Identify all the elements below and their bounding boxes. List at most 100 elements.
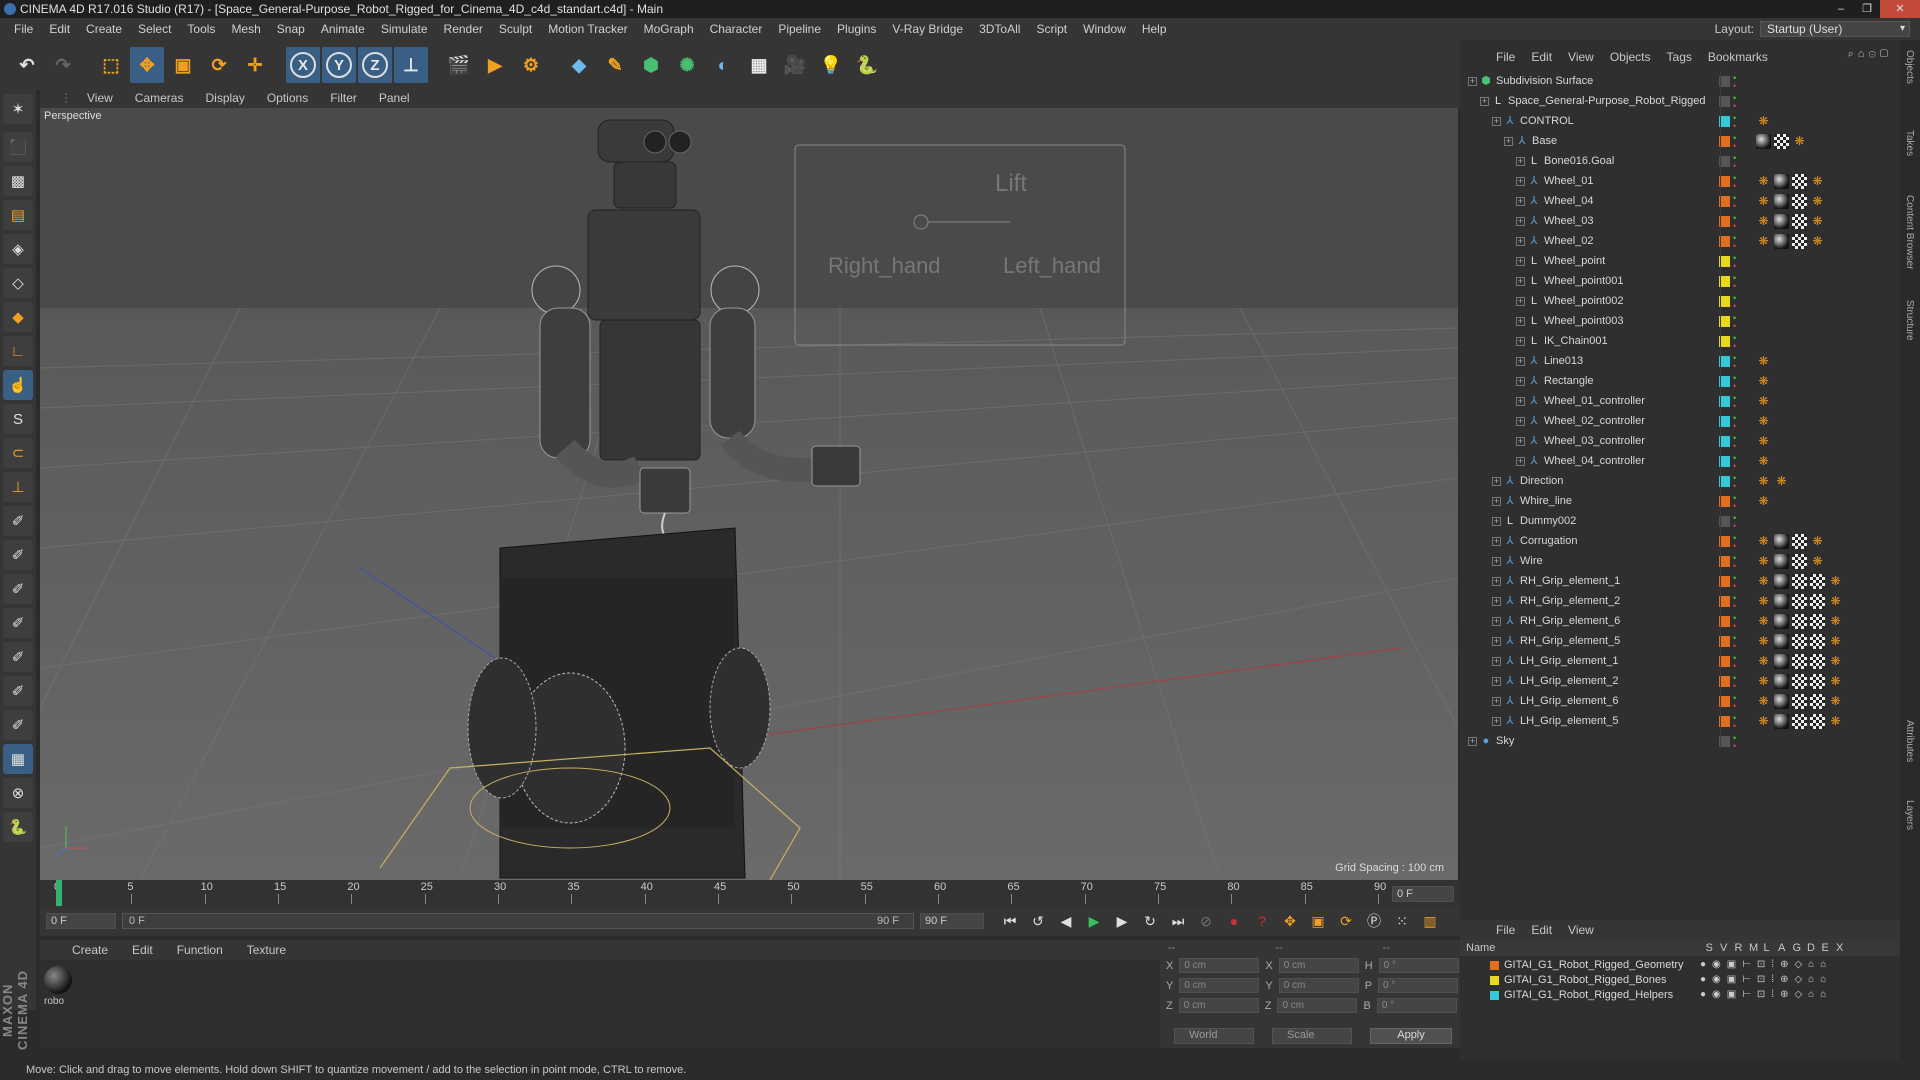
object-row[interactable]: + ⅄ Wheel_02 • • ❋ ❋	[1460, 232, 1900, 252]
undo-icon[interactable]: ↶	[10, 47, 44, 83]
constraint-tag-icon[interactable]: ❋	[1774, 474, 1789, 489]
constraint-tag-icon[interactable]: ❋	[1828, 614, 1843, 629]
material-tag-icon[interactable]	[1774, 234, 1789, 249]
visibility-dots[interactable]: • •	[1733, 334, 1736, 351]
constraint-tag-icon[interactable]: ❋	[1756, 114, 1771, 129]
constraint-tag-icon[interactable]: ❋	[1810, 214, 1825, 229]
object-row[interactable]: + L Dummy002 • •	[1460, 512, 1900, 532]
constraint-tag-icon[interactable]: ❋	[1756, 674, 1771, 689]
render-picture-viewer-icon[interactable]: ▶	[478, 47, 512, 83]
expand-toggle-icon[interactable]: +	[1480, 97, 1489, 106]
visibility-dots[interactable]: • •	[1733, 214, 1736, 231]
range-slider[interactable]: 0 F 90 F	[122, 913, 914, 929]
expand-toggle-icon[interactable]: +	[1504, 137, 1513, 146]
subdivision-icon[interactable]: ⬢	[634, 47, 668, 83]
key-pla-icon[interactable]: ⁙	[1390, 909, 1414, 933]
go-to-start-icon[interactable]: ⏮	[998, 909, 1022, 933]
layer-row[interactable]: GITAI_G1_Robot_Rigged_Geometry ●◉▣⊢⊡⁞⊕◇⌂⌂	[1460, 958, 1900, 973]
coord-size-field[interactable]: 0 cm	[1278, 958, 1359, 973]
layer-column-name[interactable]: Name	[1466, 942, 1495, 954]
object-row[interactable]: + ⅄ Line013 • • ❋	[1460, 352, 1900, 372]
material-manager[interactable]: robo	[40, 960, 1160, 1048]
constraint-tag-icon[interactable]: ❋	[1756, 374, 1771, 389]
constraint-tag-icon[interactable]: ❋	[1756, 174, 1771, 189]
constraint-tag-icon[interactable]: ❋	[1756, 634, 1771, 649]
constraint-tag-icon[interactable]: ❋	[1828, 674, 1843, 689]
texture-tag-icon[interactable]	[1792, 694, 1807, 709]
visibility-dots[interactable]: • •	[1733, 694, 1736, 711]
texture-tag-icon[interactable]	[1810, 594, 1825, 609]
visibility-dots[interactable]: • •	[1733, 114, 1736, 131]
object-row[interactable]: + ⅄ Base • • ❋	[1460, 132, 1900, 152]
expand-toggle-icon[interactable]: +	[1516, 457, 1525, 466]
layer-menu-edit[interactable]: Edit	[1523, 923, 1560, 937]
object-row[interactable]: + ● Sky • •	[1460, 732, 1900, 752]
expand-toggle-icon[interactable]: +	[1516, 397, 1525, 406]
visibility-dots[interactable]: • •	[1733, 154, 1736, 171]
sculpt-brush-5-icon[interactable]: ✐	[3, 642, 33, 672]
object-row[interactable]: + ⅄ RH_Grip_element_1 • • ❋ ❋	[1460, 572, 1900, 592]
object-row[interactable]: + ⅄ Wire • • ❋ ❋	[1460, 552, 1900, 572]
object-row[interactable]: + L Bone016.Goal • •	[1460, 152, 1900, 172]
constraint-tag-icon[interactable]: ❋	[1756, 574, 1771, 589]
menu-animate[interactable]: Animate	[313, 22, 373, 36]
axis-mode-icon[interactable]: ∟	[3, 336, 33, 366]
menu-character[interactable]: Character	[702, 22, 771, 36]
expand-toggle-icon[interactable]: +	[1492, 517, 1501, 526]
menu-window[interactable]: Window	[1075, 22, 1134, 36]
coord-pos-field[interactable]: 0 cm	[1179, 978, 1260, 993]
constraint-tag-icon[interactable]: ❋	[1792, 134, 1807, 149]
texture-tag-icon[interactable]	[1774, 134, 1789, 149]
minimize-button[interactable]: –	[1828, 0, 1854, 18]
world-coordinates-icon[interactable]: ⊥	[394, 47, 428, 83]
sculpt-brush-2-icon[interactable]: ✐	[3, 540, 33, 570]
grid-toggle-icon[interactable]: ▦	[3, 744, 33, 774]
maximize-button[interactable]: ❐	[1854, 0, 1880, 18]
expand-toggle-icon[interactable]: +	[1492, 697, 1501, 706]
side-tab-layers[interactable]: Layers	[1904, 800, 1915, 830]
material-tag-icon[interactable]	[1774, 554, 1789, 569]
camera-icon[interactable]: 🎥	[778, 47, 812, 83]
object-row[interactable]: + L Space_General-Purpose_Robot_Rigged • •	[1460, 92, 1900, 112]
redo-icon[interactable]: ↷	[46, 47, 80, 83]
layer-toggle-icons[interactable]: ●◉▣⊢⊡⁞⊕◇⌂⌂	[1700, 974, 1832, 985]
object-row[interactable]: + L Wheel_point003 • •	[1460, 312, 1900, 332]
make-editable-icon[interactable]: ✶	[3, 94, 33, 124]
side-tab-structure[interactable]: Structure	[1904, 300, 1915, 341]
timeline-menu-icon[interactable]: ▥	[1418, 909, 1442, 933]
constraint-tag-icon[interactable]: ❋	[1756, 654, 1771, 669]
constraint-tag-icon[interactable]: ❋	[1828, 634, 1843, 649]
menu-help[interactable]: Help	[1134, 22, 1175, 36]
menu-simulate[interactable]: Simulate	[373, 22, 436, 36]
visibility-dots[interactable]: • •	[1733, 714, 1736, 731]
constraint-tag-icon[interactable]: ❋	[1828, 694, 1843, 709]
expand-toggle-icon[interactable]: +	[1516, 237, 1525, 246]
rotate-icon[interactable]: ⟳	[202, 47, 236, 83]
expand-toggle-icon[interactable]: +	[1516, 377, 1525, 386]
visibility-dots[interactable]: • •	[1733, 734, 1736, 751]
visibility-dots[interactable]: • •	[1733, 354, 1736, 371]
object-menu-bookmarks[interactable]: Bookmarks	[1700, 50, 1776, 64]
expand-toggle-icon[interactable]: +	[1516, 277, 1525, 286]
auto-key-icon[interactable]: ●	[1222, 909, 1246, 933]
layer-column-x[interactable]: X	[1836, 942, 1843, 954]
menu-motion-tracker[interactable]: Motion Tracker	[540, 22, 635, 36]
expand-toggle-icon[interactable]: +	[1516, 177, 1525, 186]
expand-toggle-icon[interactable]: +	[1516, 257, 1525, 266]
apply-button[interactable]: Apply	[1370, 1028, 1452, 1044]
object-row[interactable]: + ⅄ Wheel_04 • • ❋ ❋	[1460, 192, 1900, 212]
constraint-tag-icon[interactable]: ❋	[1756, 194, 1771, 209]
object-row[interactable]: + ⅄ Wheel_03 • • ❋ ❋	[1460, 212, 1900, 232]
coord-rot-field[interactable]: 0 °	[1378, 978, 1459, 993]
texture-tag-icon[interactable]	[1810, 694, 1825, 709]
constraint-tag-icon[interactable]: ❋	[1828, 714, 1843, 729]
menu-mograph[interactable]: MoGraph	[636, 22, 702, 36]
coord-size-field[interactable]: 0 cm	[1278, 978, 1359, 993]
object-row[interactable]: + ⅄ LH_Grip_element_6 • • ❋ ❋	[1460, 692, 1900, 712]
material-tag-icon[interactable]	[1774, 214, 1789, 229]
object-row[interactable]: + ⬢ Subdivision Surface • •	[1460, 72, 1900, 92]
texture-tag-icon[interactable]	[1792, 174, 1807, 189]
coord-rot-field[interactable]: 0 °	[1378, 958, 1459, 973]
layer-toggle-icons[interactable]: ●◉▣⊢⊡⁞⊕◇⌂⌂	[1700, 989, 1832, 1000]
layer-color-swatch[interactable]	[1490, 991, 1499, 1000]
